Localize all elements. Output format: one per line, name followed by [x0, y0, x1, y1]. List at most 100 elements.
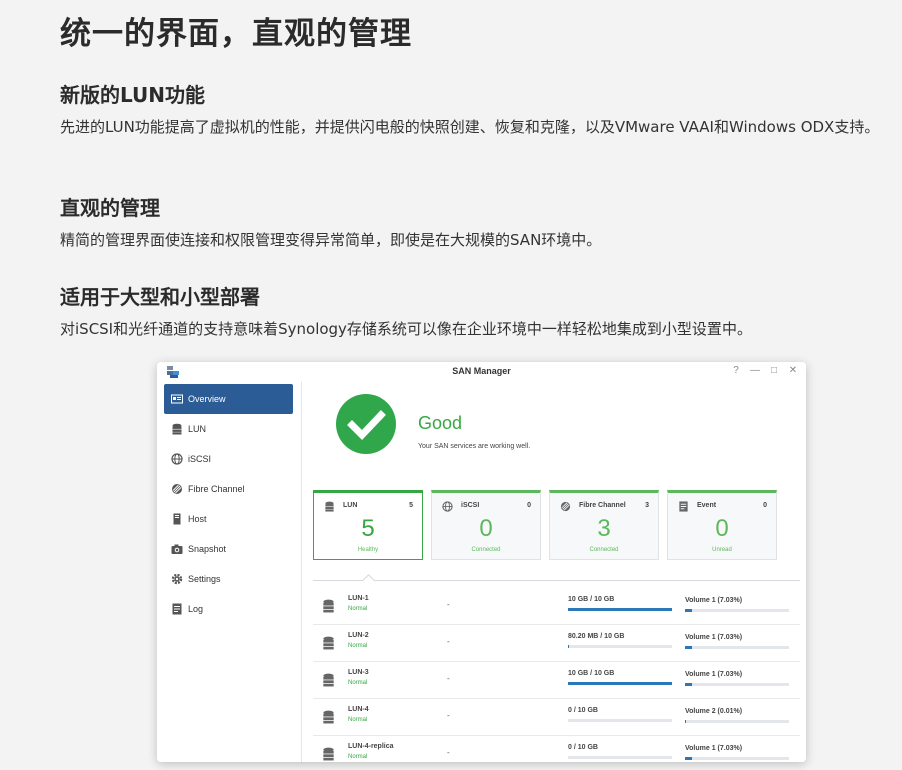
card-name: Fibre Channel [579, 502, 626, 509]
lun-name: LUN-2 [348, 632, 369, 639]
volume-usage-bar-fill [685, 720, 686, 723]
window-title: SAN Manager [452, 366, 511, 376]
maximize-icon[interactable]: □ [769, 365, 779, 376]
lun-host: - [447, 711, 450, 720]
sidebar-item-label: Host [188, 514, 207, 524]
card-status: Healthy [357, 547, 379, 553]
lun-status: Normal [348, 754, 368, 760]
lun-size-bar-fill [568, 682, 672, 685]
selected-card-pointer [362, 574, 375, 587]
volume-usage-bar-fill [685, 757, 693, 760]
minimize-icon[interactable]: — [750, 365, 760, 376]
camera-icon [171, 543, 183, 555]
volume-usage-bar [685, 683, 789, 686]
lun-volume: Volume 2 (0.01%) [685, 708, 743, 715]
window-titlebar[interactable]: SAN Manager ? — □ ✕ [157, 362, 806, 382]
section-body-management: 精简的管理界面使连接和权限管理变得异常简单，即使是在大规模的SAN环境中。 [60, 231, 602, 249]
card-name: iSCSI [461, 502, 480, 509]
section-title-deployment: 适用于大型和小型部署 [60, 285, 260, 309]
table-row[interactable]: LUN-1 Normal - 10 GB / 10 GB Volume 1 (7.03%… [313, 588, 800, 625]
card-value: 3 [597, 515, 611, 542]
table-row[interactable]: LUN-4 Normal - 0 / 10 GB Volume 2 (0.01%) [313, 699, 800, 736]
lun-volume: Volume 1 (7.03%) [685, 634, 743, 641]
gear-icon [171, 573, 183, 585]
sidebar-item-log[interactable]: Log [164, 594, 293, 624]
section-body-lun: 先进的LUN功能提高了虚拟机的性能，并提供闪电般的快照创建、恢复和克隆，以及VM… [60, 118, 880, 136]
sidebar-item-label: Log [188, 604, 204, 614]
lun-name: LUN-4 [348, 706, 369, 713]
lun-size-bar [568, 645, 672, 648]
help-icon[interactable]: ? [731, 365, 741, 376]
lun-host: - [447, 674, 450, 683]
lun-status: Normal [348, 606, 368, 612]
lun-host: - [447, 637, 450, 646]
sidebar-item-label: LUN [188, 424, 207, 434]
sidebar-item-lun[interactable]: LUN [164, 414, 293, 444]
lun-size: 10 GB / 10 GB [568, 670, 615, 677]
lun-status: Normal [348, 680, 368, 686]
database-icon [171, 423, 183, 435]
volume-usage-bar [685, 609, 789, 612]
log-icon [171, 603, 183, 615]
card-count: 0 [763, 502, 767, 509]
card-status: Unread [712, 547, 732, 553]
close-icon[interactable]: ✕ [788, 365, 798, 376]
overview-icon [171, 393, 183, 405]
fibre-channel-icon [171, 483, 183, 495]
sidebar: Overview LUN iSCSI Fibre Channel Host Sn… [157, 382, 302, 762]
list-divider [313, 580, 800, 581]
lun-size-bar-fill [568, 645, 569, 648]
summary-card-event[interactable]: Event 0 0 Unread [667, 490, 777, 560]
sidebar-item-label: iSCSI [188, 454, 212, 464]
lun-size-bar [568, 719, 672, 722]
sidebar-item-snapshot[interactable]: Snapshot [164, 534, 293, 564]
lun-status: Normal [348, 717, 368, 723]
summary-card-fibre-channel[interactable]: Fibre Channel 3 3 Connected [549, 490, 659, 560]
sidebar-item-label: Fibre Channel [188, 484, 245, 494]
card-name: LUN [343, 502, 358, 509]
sidebar-item-overview[interactable]: Overview [164, 384, 293, 414]
lun-size-bar [568, 682, 672, 685]
card-count: 3 [645, 502, 649, 509]
card-name: Event [697, 502, 717, 509]
database-icon [322, 636, 335, 650]
lun-size-bar [568, 756, 672, 759]
sidebar-item-fibre-channel[interactable]: Fibre Channel [164, 474, 293, 504]
overview-panel: Good Your SAN services are working well.… [302, 382, 806, 762]
host-icon [171, 513, 183, 525]
section-body-deployment: 对iSCSI和光纤通道的支持意味着Synology存储系统可以像在企业环境中一样… [60, 320, 752, 338]
event-icon [677, 500, 689, 512]
status-title: Good [418, 413, 463, 433]
lun-host: - [447, 748, 450, 757]
fibre-channel-icon [559, 500, 571, 512]
database-icon [322, 599, 335, 613]
table-row[interactable]: LUN-3 Normal - 10 GB / 10 GB Volume 1 (7.03%… [313, 662, 800, 699]
lun-volume: Volume 1 (7.03%) [685, 745, 743, 752]
lun-name: LUN-1 [348, 595, 369, 602]
globe-icon [171, 453, 183, 465]
san-manager-window: SAN Manager ? — □ ✕ Overview LUN iSCSI F… [157, 362, 806, 762]
lun-size: 0 / 10 GB [568, 744, 598, 751]
card-count: 5 [409, 502, 413, 509]
volume-usage-bar-fill [685, 609, 693, 612]
sidebar-item-label: Overview [188, 394, 226, 404]
volume-usage-bar-fill [685, 683, 693, 686]
sidebar-item-host[interactable]: Host [164, 504, 293, 534]
lun-name: LUN-4-replica [348, 743, 394, 750]
volume-usage-bar [685, 757, 789, 760]
lun-size: 0 / 10 GB [568, 707, 598, 714]
sidebar-item-settings[interactable]: Settings [164, 564, 293, 594]
summary-card-lun[interactable]: LUN 5 5 Healthy [313, 490, 423, 560]
check-circle-icon [336, 394, 396, 454]
sidebar-item-label: Settings [188, 574, 221, 584]
database-icon [323, 500, 335, 512]
card-value: 0 [715, 515, 729, 542]
table-row[interactable]: LUN-2 Normal - 80.20 MB / 10 GB Volume 1 (7.… [313, 625, 800, 662]
lun-size-bar-fill [568, 608, 672, 611]
lun-size-bar [568, 608, 672, 611]
summary-card-iscsi[interactable]: iSCSI 0 0 Connected [431, 490, 541, 560]
lun-name: LUN-3 [348, 669, 369, 676]
table-row[interactable]: LUN-4-replica Normal - 0 / 10 GB Volume 1 (7… [313, 736, 800, 762]
card-status: Connected [589, 547, 619, 553]
sidebar-item-iscsi[interactable]: iSCSI [164, 444, 293, 474]
